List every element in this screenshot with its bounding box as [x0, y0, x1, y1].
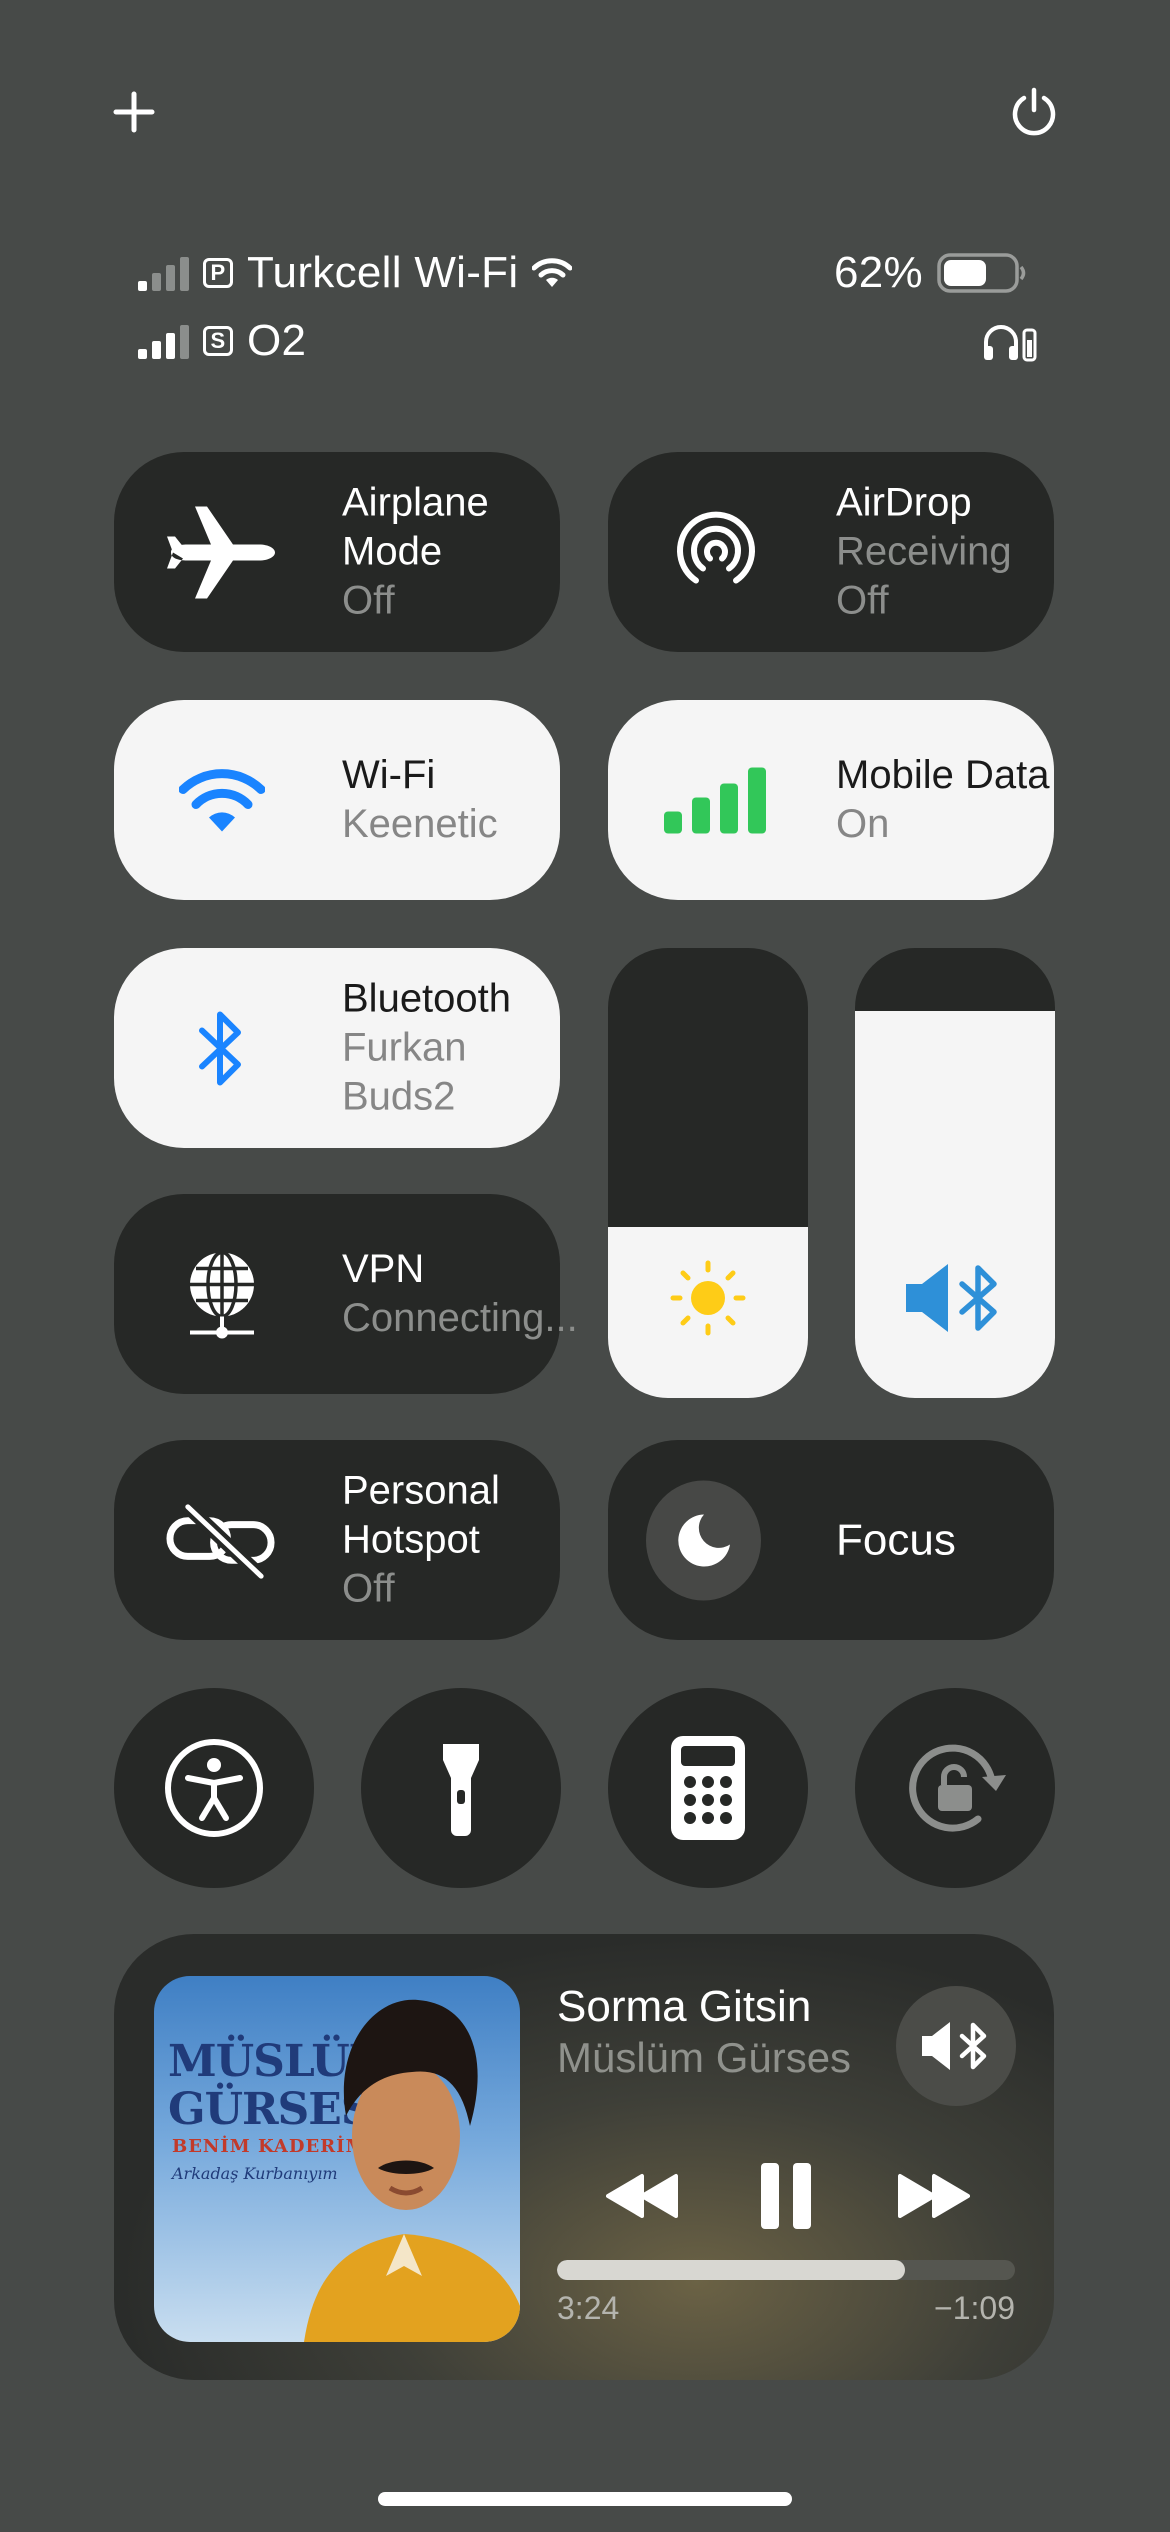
fast-forward-button[interactable] [884, 2156, 984, 2236]
artist-portrait [304, 1999, 520, 2342]
sim-badge: S [203, 326, 233, 356]
sun-icon [670, 1260, 746, 1336]
speaker-bluetooth-icon [906, 1264, 997, 1332]
focus-label: Focus [836, 1515, 956, 1565]
audio-output-button[interactable] [896, 1986, 1016, 2106]
bluetooth-icon [164, 991, 279, 1106]
moon-icon [646, 1480, 761, 1600]
power-icon [1012, 87, 1056, 136]
rotation-lock-icon [909, 1744, 1006, 1832]
hotspot-label-2: Hotspot [342, 1517, 480, 1562]
mobile-data-status: On [836, 802, 890, 846]
add-button[interactable] [94, 72, 174, 152]
accessibility-button[interactable] [114, 1688, 314, 1888]
signal-strength-icon [138, 255, 189, 291]
now-playing-widget[interactable]: MÜSLÜM GÜRSES BENİM KADERİM Arkadaş Kurb… [114, 1934, 1054, 2380]
vpn-label: VPN [342, 1247, 425, 1291]
globe-network-icon [164, 1237, 279, 1352]
remaining-time: −1:09 [934, 2290, 1015, 2326]
headphones-battery-icon [984, 325, 1037, 362]
battery-status: 62% [834, 248, 1027, 298]
vpn-status: Connecting... [342, 1296, 578, 1340]
accessibility-icon [165, 1739, 263, 1837]
airdrop-tile[interactable]: AirDrop Receiving Off [608, 452, 1054, 652]
personal-hotspot-tile[interactable]: Personal Hotspot Off [114, 1440, 560, 1640]
vpn-tile[interactable]: VPN Connecting... [114, 1194, 578, 1394]
carrier-line-1: P Turkcell Wi-Fi [138, 248, 573, 298]
wifi-icon [532, 258, 573, 287]
hotspot-label-1: Personal [342, 1468, 500, 1513]
bluetooth-label: Bluetooth [342, 976, 512, 1021]
battery-percentage: 62% [834, 248, 923, 297]
carrier-name: Turkcell Wi-Fi [247, 248, 519, 297]
volume-slider[interactable] [855, 948, 1055, 1398]
airdrop-status: Receiving Off [836, 529, 1012, 623]
airdrop-label: AirDrop [836, 480, 972, 525]
cellular-signal-icon [658, 743, 773, 858]
mobile-data-label: Mobile Data [836, 753, 1050, 797]
airdrop-icon [658, 495, 773, 610]
pause-button[interactable] [736, 2146, 836, 2246]
playback-progress-fill [557, 2260, 906, 2280]
battery-icon [937, 253, 1026, 293]
wifi-icon [164, 743, 279, 858]
signal-strength-icon [138, 323, 189, 359]
airplane-mode-label-1: Airplane [342, 480, 489, 525]
rewind-button[interactable] [592, 2156, 692, 2236]
wifi-tile[interactable]: Wi-Fi Keenetic [114, 700, 560, 900]
rotation-lock-button[interactable] [855, 1688, 1055, 1888]
home-indicator[interactable] [378, 2492, 792, 2506]
focus-tile[interactable]: Focus [608, 1440, 1054, 1640]
power-button[interactable] [994, 72, 1074, 152]
airplane-mode-tile[interactable]: Airplane Mode Off [114, 452, 560, 652]
playback-progress-bar[interactable] [557, 2260, 1015, 2280]
airplane-icon [164, 495, 279, 610]
album-art: MÜSLÜM GÜRSES BENİM KADERİM Arkadaş Kurb… [154, 1976, 520, 2342]
bluetooth-tile[interactable]: Bluetooth Furkan Buds2 [114, 948, 560, 1148]
carrier-line-2: S O2 [138, 316, 306, 366]
airplane-mode-status: Off [342, 578, 395, 623]
flashlight-icon [443, 1744, 479, 1836]
pause-icon [761, 2163, 811, 2229]
plus-icon [113, 91, 155, 133]
song-title: Sorma Gitsin [557, 1982, 812, 2031]
fast-forward-icon [898, 2174, 970, 2218]
song-artist: Müslüm Gürses [557, 2034, 852, 2081]
wifi-network: Keenetic [342, 802, 498, 846]
hotspot-status: Off [342, 1566, 395, 1611]
speaker-bluetooth-icon [922, 2022, 987, 2070]
sim-badge: P [203, 258, 233, 288]
calculator-button[interactable] [608, 1688, 808, 1888]
wifi-label: Wi-Fi [342, 753, 436, 797]
airplane-mode-label-2: Mode [342, 529, 443, 574]
elapsed-time: 3:24 [557, 2290, 620, 2326]
bluetooth-device: Furkan Buds2 [342, 1025, 467, 1119]
rewind-icon [606, 2174, 678, 2218]
hotspot-link-off-icon [164, 1483, 279, 1598]
mobile-data-tile[interactable]: Mobile Data On [608, 700, 1054, 900]
carrier-name: O2 [247, 316, 307, 365]
flashlight-button[interactable] [361, 1688, 561, 1888]
brightness-slider[interactable] [608, 948, 808, 1398]
calculator-icon [671, 1736, 745, 1840]
